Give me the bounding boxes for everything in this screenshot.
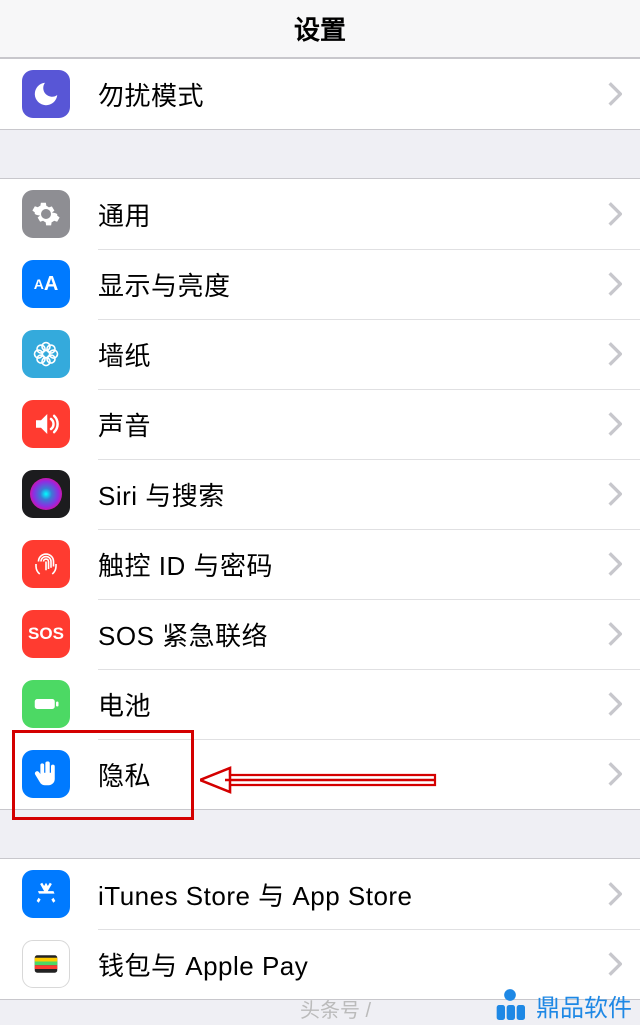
brand-text: 鼎品软件 (536, 988, 632, 1023)
chevron-right-icon (608, 412, 622, 436)
row-label: Siri 与搜索 (98, 476, 608, 513)
speaker-icon (22, 400, 70, 448)
hand-icon (22, 750, 70, 798)
battery-icon (22, 680, 70, 728)
page-title: 设置 (294, 10, 346, 47)
row-siri[interactable]: Siri 与搜索 (0, 459, 640, 529)
row-label: 钱包与 Apple Pay (98, 946, 608, 983)
chevron-right-icon (608, 552, 622, 576)
row-wallpaper[interactable]: 墙纸 (0, 319, 640, 389)
row-battery[interactable]: 电池 (0, 669, 640, 739)
row-appstore[interactable]: iTunes Store 与 App Store (0, 859, 640, 929)
chevron-right-icon (608, 952, 622, 976)
siri-icon (22, 470, 70, 518)
flower-icon (22, 330, 70, 378)
moon-icon (22, 70, 70, 118)
wallet-icon (22, 940, 70, 988)
chevron-right-icon (608, 692, 622, 716)
chevron-right-icon (608, 882, 622, 906)
row-sos[interactable]: SOS SOS 紧急联络 (0, 599, 640, 669)
settings-group-0: 勿扰模式 (0, 58, 640, 130)
brand-logo-icon (490, 985, 530, 1025)
row-label: 触控 ID 与密码 (98, 546, 608, 583)
chevron-right-icon (608, 762, 622, 786)
row-label: 勿扰模式 (98, 76, 608, 113)
row-label: SOS 紧急联络 (98, 616, 608, 653)
chevron-right-icon (608, 482, 622, 506)
row-touchid[interactable]: 触控 ID 与密码 (0, 529, 640, 599)
display-icon: AA (22, 260, 70, 308)
chevron-right-icon (608, 622, 622, 646)
chevron-right-icon (608, 272, 622, 296)
row-general[interactable]: 通用 (0, 179, 640, 249)
gear-icon (22, 190, 70, 238)
chevron-right-icon (608, 82, 622, 106)
row-label: 墙纸 (98, 336, 608, 373)
row-label: 电池 (98, 686, 608, 723)
sos-icon: SOS (22, 610, 70, 658)
row-label: 声音 (98, 406, 608, 443)
fingerprint-icon (22, 540, 70, 588)
row-label: 显示与亮度 (98, 266, 608, 303)
chevron-right-icon (608, 202, 622, 226)
row-sound[interactable]: 声音 (0, 389, 640, 459)
row-display[interactable]: AA 显示与亮度 (0, 249, 640, 319)
settings-group-1: 通用 AA 显示与亮度 墙纸 声音 Siri 与搜索 触控 ID 与密码 (0, 178, 640, 810)
header: 设置 (0, 0, 640, 58)
row-label: 隐私 (98, 756, 608, 793)
row-label: iTunes Store 与 App Store (98, 876, 608, 913)
settings-group-2: iTunes Store 与 App Store 钱包与 Apple Pay (0, 858, 640, 1000)
row-privacy[interactable]: 隐私 (0, 739, 640, 809)
watermark-brand: 鼎品软件 (490, 985, 632, 1025)
row-dnd[interactable]: 勿扰模式 (0, 59, 640, 129)
appstore-icon (22, 870, 70, 918)
chevron-right-icon (608, 342, 622, 366)
watermark-toutiao: 头条号 / (300, 994, 371, 1023)
row-label: 通用 (98, 196, 608, 233)
